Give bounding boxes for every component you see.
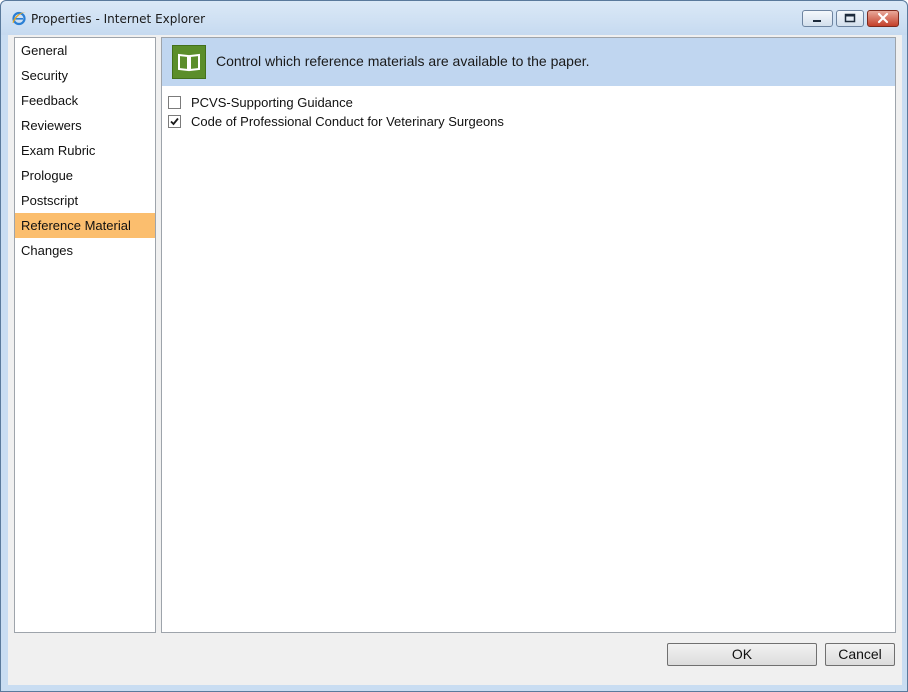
- sidebar-item-changes[interactable]: Changes: [15, 238, 155, 263]
- info-banner: Control which reference materials are av…: [162, 38, 895, 86]
- sidebar-item-reviewers[interactable]: Reviewers: [15, 113, 155, 138]
- checkmark-icon: [170, 117, 179, 126]
- sidebar-item-reference-material[interactable]: Reference Material: [15, 213, 155, 238]
- sidebar-item-general[interactable]: General: [15, 38, 155, 63]
- reference-material-checkbox[interactable]: [168, 96, 181, 109]
- sidebar-item-feedback[interactable]: Feedback: [15, 88, 155, 113]
- maximize-button[interactable]: [836, 10, 864, 27]
- open-book-icon: [172, 45, 206, 79]
- cancel-button[interactable]: Cancel: [825, 643, 895, 666]
- title-bar[interactable]: Properties - Internet Explorer: [1, 1, 907, 35]
- sidebar-item-postscript[interactable]: Postscript: [15, 188, 155, 213]
- reference-material-label[interactable]: PCVS-Supporting Guidance: [191, 95, 353, 110]
- reference-material-item: PCVS-Supporting Guidance: [168, 93, 353, 112]
- sidebar-item-security[interactable]: Security: [15, 63, 155, 88]
- minimize-icon: [813, 20, 821, 22]
- minimize-button[interactable]: [802, 10, 833, 27]
- close-icon: [877, 12, 889, 24]
- reference-material-label[interactable]: Code of Professional Conduct for Veterin…: [191, 114, 504, 129]
- sidebar-item-prologue[interactable]: Prologue: [15, 163, 155, 188]
- sidebar-nav: General Security Feedback Reviewers Exam Rub…: [14, 37, 156, 633]
- window-title: Properties - Internet Explorer: [31, 12, 206, 26]
- sidebar-item-exam-rubric[interactable]: Exam Rubric: [15, 138, 155, 163]
- dialog-content: General Security Feedback Reviewers Exam Rub…: [8, 35, 902, 685]
- main-panel: Control which reference materials are av…: [161, 37, 896, 633]
- reference-material-checkbox[interactable]: [168, 115, 181, 128]
- reference-material-item: Code of Professional Conduct for Veterin…: [168, 112, 504, 131]
- ok-button[interactable]: OK: [667, 643, 817, 666]
- banner-text: Control which reference materials are av…: [216, 53, 590, 69]
- maximize-icon: [844, 13, 856, 23]
- properties-window: Properties - Internet Explorer General Se…: [0, 0, 908, 692]
- close-button[interactable]: [867, 10, 899, 27]
- internet-explorer-icon: [11, 10, 27, 26]
